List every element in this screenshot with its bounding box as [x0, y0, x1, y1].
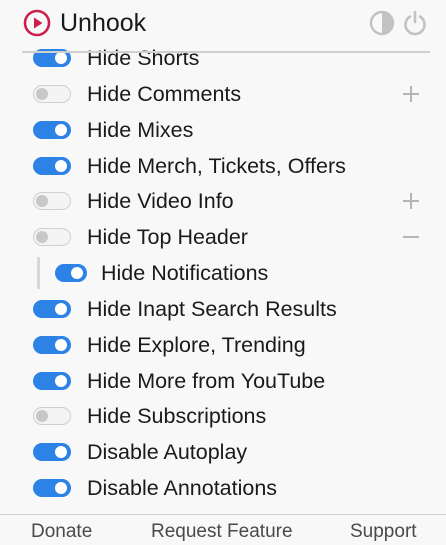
power-icon[interactable]: [402, 10, 428, 36]
indent-bar: [37, 257, 40, 289]
option-row: Hide More from YouTube: [0, 363, 446, 399]
toggle-knob: [36, 410, 48, 423]
toggle-knob: [55, 446, 67, 459]
option-label: Hide Inapt Search Results: [87, 296, 337, 321]
option-row: Disable Autoplay: [0, 434, 446, 470]
option-toggle[interactable]: [33, 335, 71, 354]
option-toggle[interactable]: [33, 443, 71, 462]
toggle-knob: [55, 338, 67, 351]
toggle-knob: [55, 52, 67, 64]
option-toggle[interactable]: [33, 192, 71, 211]
option-label: Hide Comments: [87, 81, 242, 106]
option-label: Hide Explore, Trending: [87, 332, 306, 357]
option-label: Hide Shorts: [87, 46, 200, 70]
option-row: Hide Top Header: [0, 219, 446, 255]
toggle-knob: [55, 159, 67, 172]
option-toggle[interactable]: [33, 479, 71, 497]
toggle-knob: [36, 195, 48, 208]
option-label: Hide Mixes: [87, 117, 194, 142]
option-toggle[interactable]: [33, 228, 71, 247]
option-row: Hide Notifications: [0, 255, 446, 291]
expand-plus-icon[interactable]: [400, 190, 422, 212]
toggle-knob: [36, 231, 48, 244]
option-label: Hide Notifications: [101, 261, 269, 285]
contrast-icon[interactable]: [369, 10, 395, 36]
option-label: Hide Video Info: [87, 189, 234, 214]
option-toggle[interactable]: [33, 120, 71, 139]
play-circle-icon: [23, 9, 51, 37]
option-toggle[interactable]: [33, 84, 71, 103]
donate-link[interactable]: Donate: [31, 519, 92, 545]
option-row: Hide Subscriptions: [0, 398, 446, 434]
option-label: Disable Annotations: [87, 476, 278, 500]
option-toggle[interactable]: [55, 264, 87, 282]
option-row: Disable Annotations: [0, 470, 446, 506]
option-row: Hide Merch, Tickets, Offers: [0, 148, 446, 184]
option-toggle[interactable]: [33, 407, 71, 426]
toggle-knob: [36, 87, 48, 100]
toggle-knob: [55, 302, 67, 315]
options-list: Hide Shorts Hide Comments Hide Mixes Hide M…: [0, 40, 446, 506]
toggle-knob: [55, 123, 67, 136]
option-row: Hide Explore, Trending: [0, 327, 446, 363]
request-feature-link[interactable]: Request Feature: [151, 519, 293, 545]
option-row: Hide Mixes: [0, 112, 446, 148]
collapse-minus-icon[interactable]: [400, 226, 422, 248]
option-toggle[interactable]: [33, 156, 71, 175]
toggle-knob: [55, 482, 67, 494]
option-row: Hide Comments: [0, 76, 446, 112]
option-label: Disable Autoplay: [87, 440, 248, 465]
footer: Donate Request Feature Support: [0, 515, 446, 542]
option-toggle[interactable]: [33, 299, 71, 318]
option-toggle[interactable]: [33, 371, 71, 390]
option-label: Hide Top Header: [87, 225, 248, 250]
toggle-knob: [55, 374, 67, 387]
option-label: Hide Subscriptions: [87, 404, 267, 429]
option-label: Hide More from YouTube: [87, 368, 326, 393]
support-link[interactable]: Support: [350, 519, 417, 545]
app-title: Unhook: [60, 9, 147, 37]
toggle-knob: [71, 267, 83, 279]
expand-plus-icon[interactable]: [400, 83, 422, 105]
option-label: Hide Merch, Tickets, Offers: [87, 153, 346, 178]
option-row: Hide Shorts: [0, 40, 446, 76]
header-divider: [22, 51, 430, 53]
option-row: Hide Video Info: [0, 183, 446, 219]
option-row: Hide Inapt Search Results: [0, 291, 446, 327]
